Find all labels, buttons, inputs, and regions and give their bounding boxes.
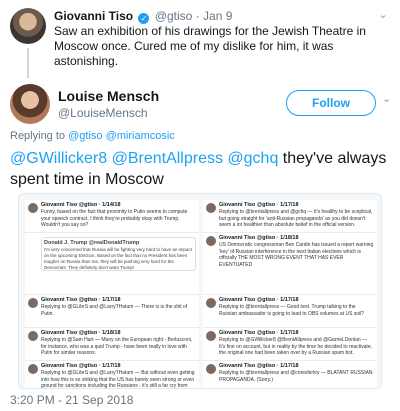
- embedded-author: Giovanni Tiso @gtiso · 1/17/18: [219, 363, 299, 369]
- embedded-quote-tweet: Donald J. Trump @realDonaldTrump I'm ver…: [25, 233, 199, 295]
- avatar: [28, 364, 38, 374]
- embedded-tweet: Giovanni Tiso @gtiso · 1/17/18 Replying …: [25, 361, 199, 389]
- replying-to: Replying to @gtiso @miriamcosic: [10, 130, 175, 142]
- embedded-tweet: Giovanni Tiso @gtiso · 1/18/18 Replying …: [25, 328, 199, 361]
- embedded-author: Giovanni Tiso @gtiso · 1/17/18: [219, 202, 299, 208]
- embedded-tweet: Giovanni Tiso @gtiso · 1/17/18 Replying …: [203, 200, 377, 233]
- embedded-text: Funny, based on the fact that proximity …: [41, 209, 188, 228]
- embedded-tweet: Giovanni Tiso @gtiso · 1/14/18 Funny, ba…: [25, 200, 199, 233]
- replying-prefix: Replying to: [10, 130, 66, 142]
- follow-button[interactable]: Follow: [286, 90, 376, 116]
- embedded-author: Giovanni Tiso @gtiso · 1/18/18: [219, 235, 299, 241]
- author-name[interactable]: Giovanni Tiso: [54, 9, 133, 23]
- verified-badge-icon: ✓: [138, 13, 150, 24]
- thread-line: [27, 48, 29, 78]
- chevron-down-icon[interactable]: ⌄: [376, 8, 390, 22]
- avatar: [206, 203, 216, 213]
- embedded-author: Giovanni Tiso @gtiso · 1/17/18: [219, 297, 299, 303]
- tweet-text: Saw an exhibition of his drawings for th…: [54, 24, 366, 68]
- avatar: [28, 203, 38, 213]
- avatar: [28, 331, 38, 341]
- author-handle[interactable]: @LouiseMensch: [58, 106, 148, 120]
- author-handle[interactable]: @gtiso: [155, 9, 193, 23]
- chevron-down-icon[interactable]: ⌄: [382, 92, 391, 105]
- avatar[interactable]: [10, 8, 46, 44]
- author-name[interactable]: Louise Mensch: [58, 88, 159, 104]
- avatar: [206, 298, 216, 308]
- embedded-tweet: Giovanni Tiso @gtiso · 1/17/18 Replying …: [203, 328, 377, 361]
- embedded-tweet: Giovanni Tiso @gtiso · 1/17/18 Replying …: [25, 295, 199, 328]
- embedded-tweet: Giovanni Tiso @gtiso · 1/17/18 Replying …: [203, 361, 377, 388]
- embedded-text: Replying to @brentallpress and @gchq — I…: [219, 209, 373, 228]
- embedded-author: Giovanni Tiso @gtiso · 1/17/18: [41, 297, 121, 303]
- tweet-header: Giovanni Tiso ✓ @gtiso · Jan 9: [54, 9, 232, 24]
- embedded-text: Replying to @brentallpress and @coreshir…: [219, 370, 373, 383]
- tweet-timestamp[interactable]: 3:20 PM - 21 Sep 2018: [10, 393, 133, 407]
- embedded-text: US Democratic congressman Ben Cardin has…: [219, 242, 374, 268]
- parent-tweet[interactable]: Giovanni Tiso ✓ @gtiso · Jan 9 ⌄ Saw an …: [0, 0, 400, 78]
- avatar: [28, 298, 38, 308]
- avatar[interactable]: [10, 84, 50, 124]
- quoted-author: Donald J. Trump @realDonaldTrump: [44, 240, 140, 246]
- mention-links[interactable]: @GWillicker8 @BrentAllpress @gchq: [10, 150, 278, 167]
- embedded-text: Replying to @GWillicker8 @BrentAllpress …: [219, 337, 372, 356]
- main-tweet-text: @GWillicker8 @BrentAllpress @gchq they'v…: [10, 148, 394, 190]
- embedded-text: Replying to @GLibrS and @LarryTHatum — B…: [41, 370, 195, 389]
- screenshot-right-column: Giovanni Tiso @gtiso · 1/17/18 Replying …: [203, 200, 377, 388]
- embedded-author: Giovanni Tiso @gtiso · 1/17/18: [219, 330, 299, 336]
- embedded-tweet: Giovanni Tiso @gtiso · 1/18/18 US Democr…: [203, 233, 377, 295]
- tweet-date[interactable]: Jan 9: [203, 9, 232, 23]
- quoted-text: I'm very concerned that Russia will be f…: [44, 247, 192, 270]
- avatar: [206, 236, 216, 246]
- embedded-text: Replying to @brentallpress — Good lord. …: [219, 304, 365, 317]
- embedded-author: Giovanni Tiso @gtiso · 1/18/18: [41, 330, 121, 336]
- embedded-tweet: Giovanni Tiso @gtiso · 1/17/18 Replying …: [203, 295, 377, 328]
- embedded-text: Replying to @Sam Hart — Many on the Euro…: [41, 337, 193, 356]
- attached-screenshot-image[interactable]: Giovanni Tiso @gtiso · 1/14/18 Funny, ba…: [18, 193, 382, 389]
- replying-to-handles[interactable]: @gtiso @miriamcosic: [68, 130, 175, 142]
- quoted-tweet: Donald J. Trump @realDonaldTrump I'm ver…: [41, 237, 196, 271]
- screenshot-left-column: Giovanni Tiso @gtiso · 1/14/18 Funny, ba…: [25, 200, 199, 389]
- avatar: [206, 364, 216, 374]
- embedded-author: Giovanni Tiso @gtiso · 1/17/18: [41, 363, 121, 369]
- embedded-text: Replying to @GLibrS and @LarryTHatum — T…: [41, 304, 188, 317]
- embedded-author: Giovanni Tiso @gtiso · 1/14/18: [41, 202, 121, 208]
- avatar: [206, 331, 216, 341]
- separator: ·: [195, 9, 200, 23]
